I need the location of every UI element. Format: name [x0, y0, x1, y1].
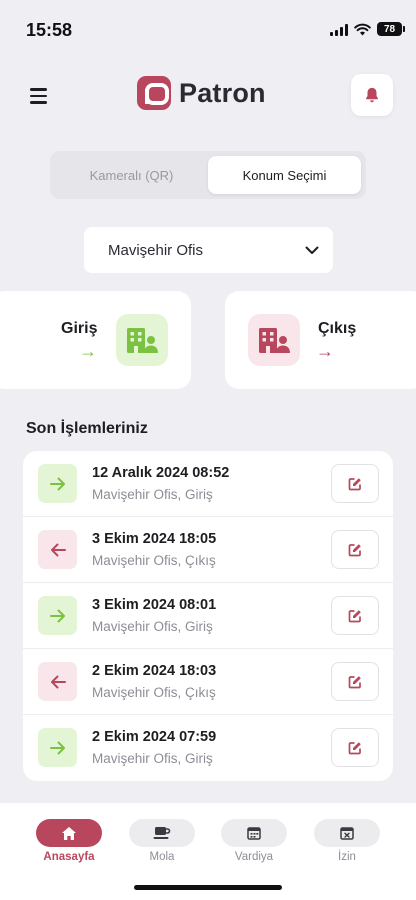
transaction-datetime: 2 Ekim 2024 07:59: [92, 729, 217, 745]
transaction-datetime: 3 Ekim 2024 18:05: [92, 531, 217, 547]
nav-break-label: Mola: [149, 851, 175, 863]
recent-transactions-title: Son İşlemleriniz: [26, 420, 148, 437]
edit-icon: [348, 675, 361, 688]
edit-icon: [348, 609, 361, 622]
nav-break[interactable]: Mola: [129, 819, 195, 863]
arrow-left-icon: [38, 662, 77, 701]
calendar-x-icon: [340, 827, 354, 840]
status-icons: 78: [330, 22, 405, 36]
recent-transactions-list: 12 Aralık 2024 08:52 Mavişehir Ofis, Gir…: [23, 451, 393, 781]
wifi-icon: [354, 23, 371, 35]
list-item: 2 Ekim 2024 18:03 Mavişehir Ofis, Çıkış: [23, 649, 393, 715]
transaction-datetime: 12 Aralık 2024 08:52: [92, 465, 230, 481]
arrow-right-icon: [38, 728, 77, 767]
nav-leave-label: İzin: [338, 851, 356, 863]
transaction-detail: Mavişehir Ofis, Çıkış: [92, 553, 216, 568]
building-user-icon: [116, 314, 168, 366]
arrow-right-icon: [38, 464, 77, 503]
nav-home[interactable]: Anasayfa: [36, 819, 102, 863]
mode-tabs: Kameralı (QR) Konum Seçimi: [50, 151, 366, 199]
chevron-down-icon: [305, 246, 319, 254]
tab-location-select[interactable]: Konum Seçimi: [208, 156, 361, 194]
nav-leave[interactable]: İzin: [314, 819, 380, 863]
check-in-arrow-icon: →: [79, 341, 97, 361]
edit-icon: [348, 543, 361, 556]
home-indicator: [134, 885, 282, 890]
transaction-detail: Mavişehir Ofis, Giriş: [92, 751, 213, 766]
location-dropdown[interactable]: Mavişehir Ofis: [84, 227, 333, 273]
calendar-icon: [247, 827, 261, 840]
check-in-label: Giriş: [61, 320, 98, 337]
coffee-icon: [153, 827, 171, 839]
edit-button[interactable]: [331, 530, 379, 569]
check-out-label: Çıkış: [318, 320, 357, 337]
edit-button[interactable]: [331, 662, 379, 701]
tab-camera-qr[interactable]: Kameralı (QR): [55, 156, 208, 194]
brand-name: Patron: [179, 77, 266, 108]
transaction-detail: Mavişehir Ofis, Giriş: [92, 487, 213, 502]
check-in-button[interactable]: Giriş →: [0, 291, 191, 389]
nav-shift[interactable]: Vardiya: [221, 819, 287, 863]
edit-button[interactable]: [331, 728, 379, 767]
location-selected-value: Mavişehir Ofis: [108, 241, 204, 259]
menu-icon[interactable]: [30, 82, 58, 110]
arrow-left-icon: [38, 530, 77, 569]
battery-icon: 78: [377, 22, 405, 36]
transaction-detail: Mavişehir Ofis, Çıkış: [92, 685, 216, 700]
check-out-button[interactable]: Çıkış →: [225, 291, 416, 389]
building-user-icon: [248, 314, 300, 366]
edit-button[interactable]: [331, 464, 379, 503]
list-item: 2 Ekim 2024 07:59 Mavişehir Ofis, Giriş: [23, 715, 393, 781]
check-out-arrow-icon: →: [316, 341, 334, 361]
brand-logo: Patron: [137, 76, 266, 110]
transaction-datetime: 3 Ekim 2024 08:01: [92, 597, 217, 613]
nav-home-label: Anasayfa: [43, 851, 95, 863]
list-item: 3 Ekim 2024 08:01 Mavişehir Ofis, Giriş: [23, 583, 393, 649]
home-icon: [62, 826, 76, 840]
edit-icon: [348, 477, 361, 490]
edit-icon: [348, 741, 361, 754]
nav-shift-label: Vardiya: [234, 851, 274, 863]
status-bar: 15:58 78: [0, 0, 416, 56]
list-item: 3 Ekim 2024 18:05 Mavişehir Ofis, Çıkış: [23, 517, 393, 583]
arrow-right-icon: [38, 596, 77, 635]
logo-mark-icon: [137, 76, 171, 110]
bell-icon: [365, 87, 379, 103]
notifications-button[interactable]: [351, 74, 393, 116]
edit-button[interactable]: [331, 596, 379, 635]
status-time: 15:58: [26, 20, 73, 40]
list-item: 12 Aralık 2024 08:52 Mavişehir Ofis, Gir…: [23, 451, 393, 517]
transaction-datetime: 2 Ekim 2024 18:03: [92, 663, 217, 679]
transaction-detail: Mavişehir Ofis, Giriş: [92, 619, 213, 634]
signal-icon: [330, 23, 348, 36]
